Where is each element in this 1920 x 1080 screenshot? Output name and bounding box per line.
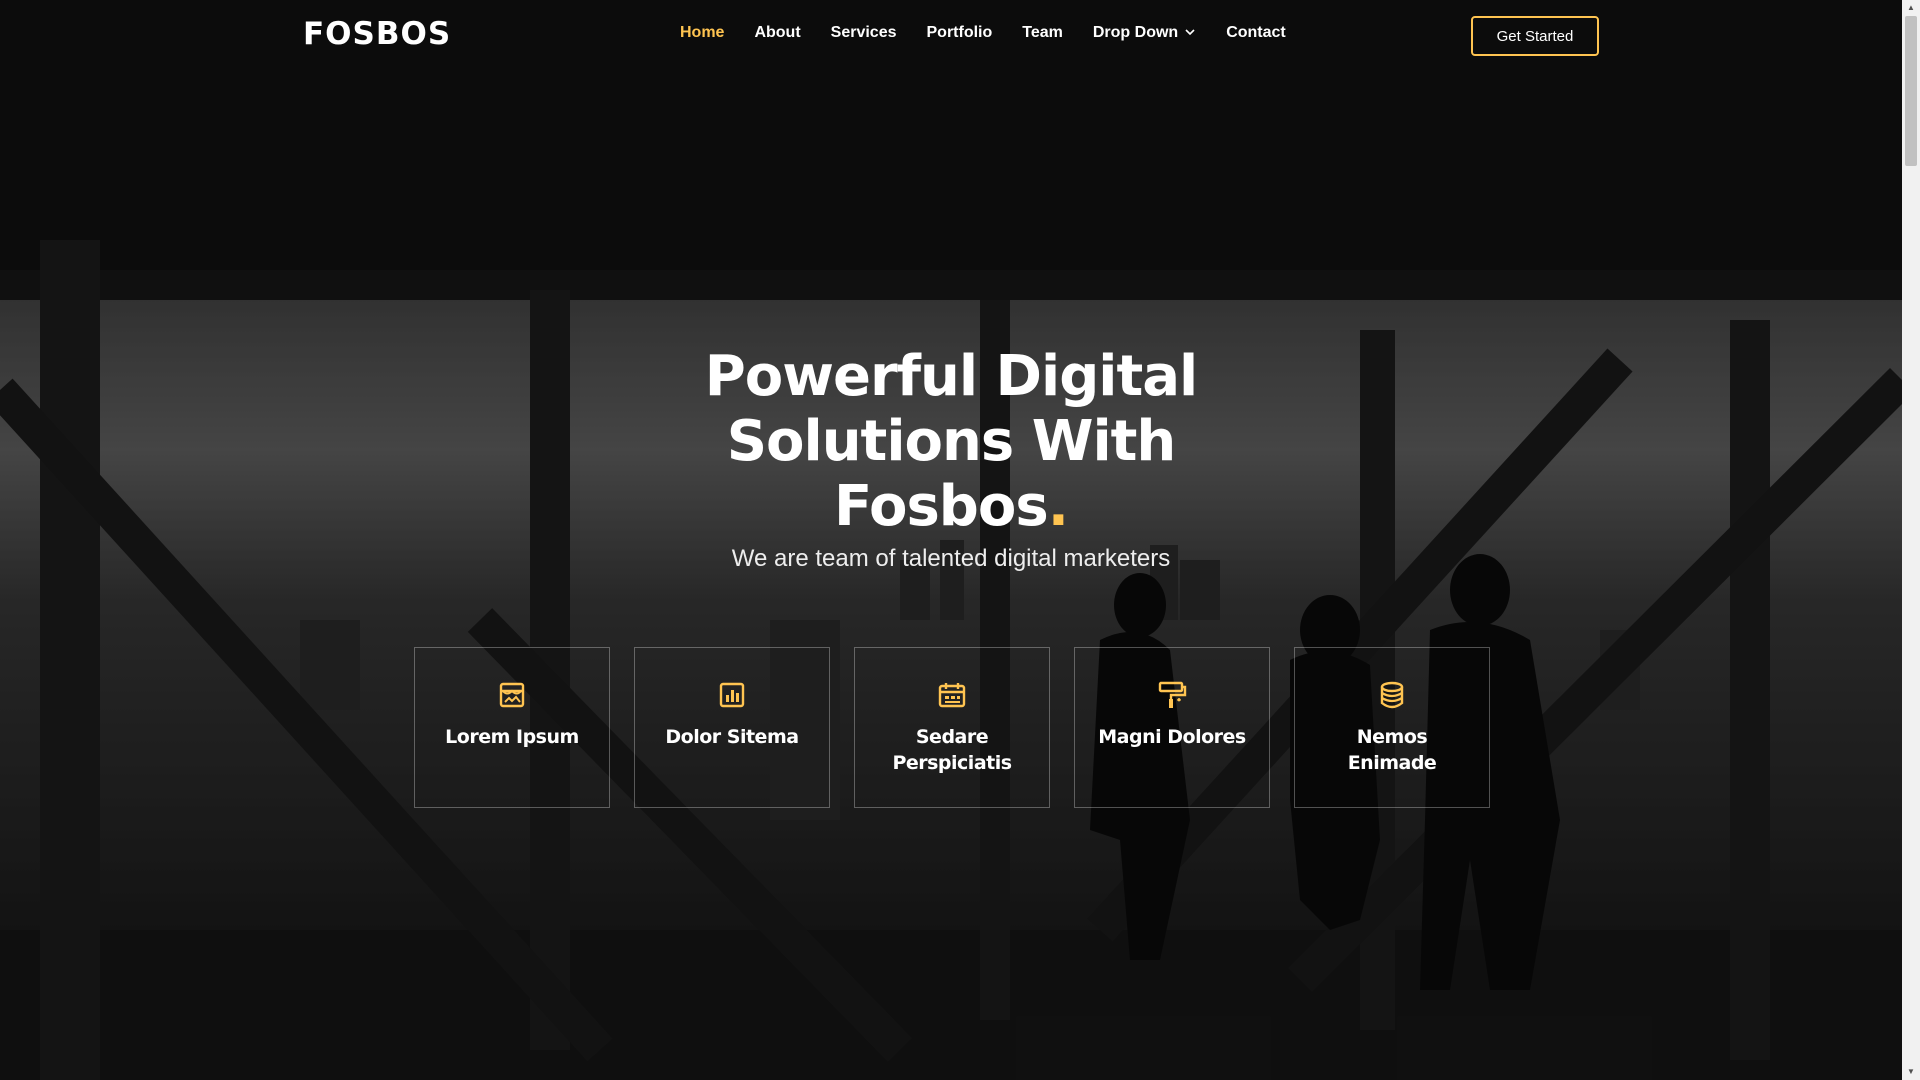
feature-box[interactable]: Sedare Perspiciatis bbox=[854, 647, 1050, 808]
nav-contact[interactable]: Contact bbox=[1226, 24, 1286, 42]
get-started-button[interactable]: Get Started bbox=[1471, 16, 1599, 56]
feature-box[interactable]: Dolor Sitema bbox=[634, 647, 830, 808]
store-icon bbox=[499, 682, 525, 708]
feature-boxes: Lorem Ipsum Dolor Sitema Sedare Perspici… bbox=[414, 647, 1490, 808]
scroll-thumb[interactable] bbox=[1905, 16, 1917, 166]
feature-label: Sedare Perspiciatis bbox=[892, 726, 1012, 774]
nav-team[interactable]: Team bbox=[1022, 24, 1063, 42]
hero-title-line-3: Fosbos bbox=[834, 474, 1049, 539]
hero-title-line-1: Powerful Digital bbox=[704, 344, 1198, 409]
hero-title-line-2: Solutions With bbox=[726, 409, 1177, 474]
nav-services[interactable]: Services bbox=[831, 24, 897, 42]
hero-overlay bbox=[0, 0, 1902, 1080]
feature-label: Lorem Ipsum bbox=[445, 726, 579, 748]
paint-roller-icon bbox=[1158, 681, 1187, 708]
nav-home[interactable]: Home bbox=[680, 24, 724, 42]
feature-box[interactable]: Magni Dolores bbox=[1074, 647, 1270, 808]
hero-title: Powerful Digital Solutions With Fosbos. bbox=[651, 344, 1251, 539]
feature-label: Dolor Sitema bbox=[665, 726, 799, 748]
feature-box[interactable]: Nemos Enimade bbox=[1294, 647, 1490, 808]
chevron-down-icon bbox=[1185, 29, 1195, 36]
calendar-icon bbox=[938, 683, 966, 708]
scroll-down-arrow-icon[interactable]: ▼ bbox=[1902, 1064, 1920, 1080]
page-scrollbar[interactable]: ▲ ▼ bbox=[1902, 0, 1920, 1080]
hero-title-dot: . bbox=[1047, 474, 1069, 539]
feature-label: Magni Dolores bbox=[1098, 726, 1246, 748]
site-header: FOSBOS Home About Services Portfolio Tea… bbox=[0, 0, 1902, 72]
site-logo[interactable]: FOSBOS bbox=[303, 16, 451, 52]
nav-drop-down[interactable]: Drop Down bbox=[1093, 24, 1196, 42]
feature-label: Nemos Enimade bbox=[1347, 726, 1437, 774]
nav-portfolio[interactable]: Portfolio bbox=[927, 24, 993, 42]
scroll-up-arrow-icon[interactable]: ▲ bbox=[1902, 0, 1920, 16]
hero-subtitle: We are team of talented digital marketer… bbox=[731, 545, 1171, 572]
nav-about[interactable]: About bbox=[754, 24, 800, 42]
bar-chart-icon bbox=[719, 682, 745, 708]
main-nav: Home About Services Portfolio Team Drop … bbox=[680, 24, 1316, 42]
feature-box[interactable]: Lorem Ipsum bbox=[414, 647, 610, 808]
nav-drop-down-label: Drop Down bbox=[1092, 24, 1179, 41]
database-icon bbox=[1380, 681, 1404, 709]
